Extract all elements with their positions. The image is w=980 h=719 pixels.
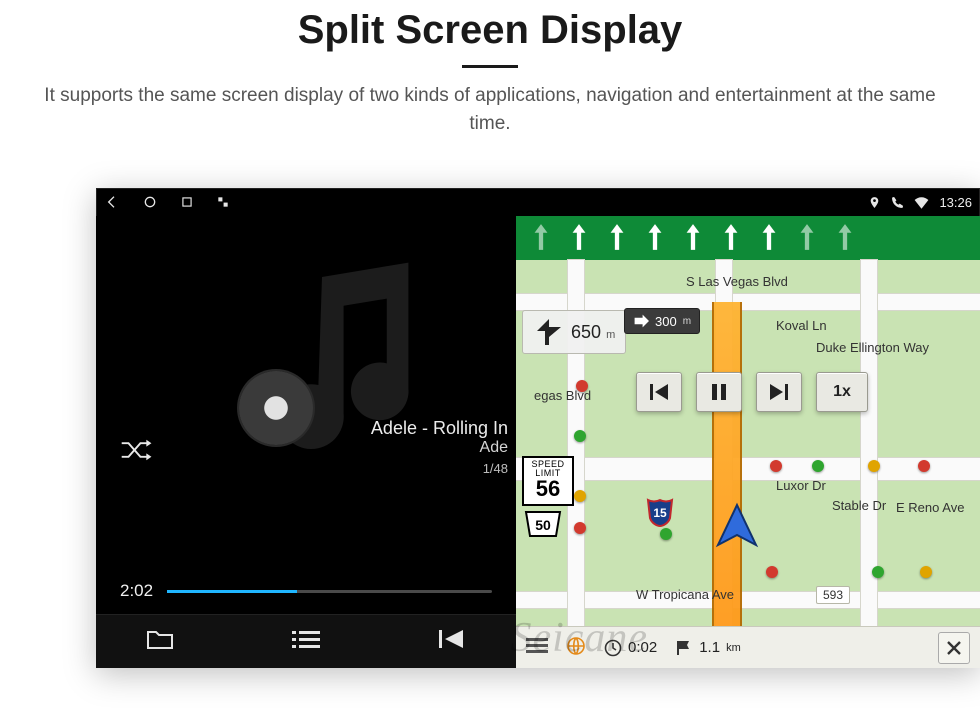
elapsed-time: 2:02	[120, 581, 153, 601]
flag-icon	[675, 639, 693, 657]
turn-distance-value: 650	[571, 322, 601, 342]
street-label: Duke Ellington Way	[816, 340, 929, 355]
close-button[interactable]	[938, 632, 970, 664]
street-label: E Reno Ave	[896, 500, 964, 515]
simulation-controls: 1x	[636, 372, 868, 412]
lane-arrow-icon	[682, 222, 704, 257]
menu-icon[interactable]	[526, 638, 548, 658]
eta-time: 0:02	[628, 639, 657, 656]
sim-next-button[interactable]	[756, 372, 802, 412]
lane-arrow-icon	[720, 222, 742, 257]
phone-icon	[891, 196, 904, 209]
clock-icon	[604, 639, 622, 657]
svg-text:15: 15	[653, 506, 667, 520]
lane-arrow-icon	[644, 222, 666, 257]
turn-instruction: 650 m	[522, 310, 626, 354]
previous-track-button[interactable]	[422, 628, 482, 655]
sim-speed-button[interactable]: 1x	[816, 372, 868, 412]
back-icon[interactable]	[104, 194, 120, 210]
next-turn-value: 300	[655, 314, 677, 329]
vehicle-position-icon	[712, 501, 762, 556]
svg-text:50: 50	[535, 517, 551, 533]
wifi-icon	[914, 196, 929, 209]
track-index: 1/48	[371, 461, 508, 476]
music-bottom-bar	[96, 614, 516, 668]
music-pane: Adele - Rolling In Ade 1/48 2:02	[96, 216, 516, 668]
eta-group: 0:02	[604, 639, 657, 657]
lane-arrow-icon	[834, 222, 856, 257]
street-label: Luxor Dr	[776, 478, 826, 493]
lane-arrow-icon	[530, 222, 552, 257]
street-label: Stable Dr	[832, 498, 886, 513]
device-screenshot: 13:26 Ad	[96, 188, 980, 668]
album-disc-icon	[239, 371, 313, 445]
home-icon[interactable]	[142, 194, 158, 210]
playlist-button[interactable]	[276, 629, 336, 654]
highway-shield: 50	[524, 510, 562, 538]
street-label: W Tropicana Ave	[636, 587, 734, 602]
remaining-unit: km	[726, 642, 741, 654]
track-artist: Ade	[371, 439, 508, 457]
nav-bottom-bar: 0:02 1.1 km	[516, 626, 980, 668]
speed-limit-sign: SPEED LIMIT 56	[522, 456, 574, 506]
lane-guidance-bar	[516, 216, 980, 260]
globe-icon[interactable]	[566, 636, 586, 660]
browse-folder-button[interactable]	[130, 628, 190, 655]
street-label: S Las Vegas Blvd	[686, 274, 788, 289]
android-statusbar: 13:26	[96, 188, 980, 216]
page-description: It supports the same screen display of t…	[30, 82, 950, 137]
map-canvas[interactable]: S Las Vegas Blvd Koval Ln Duke Ellington…	[516, 260, 980, 626]
screenshot-icon[interactable]	[216, 195, 230, 209]
route-highlight	[712, 302, 742, 630]
lane-arrow-icon	[606, 222, 628, 257]
sim-pause-button[interactable]	[696, 372, 742, 412]
page-title: Split Screen Display	[0, 8, 980, 53]
next-turn-badge: 300 m	[624, 308, 700, 334]
track-title: Adele - Rolling In	[371, 418, 508, 439]
location-icon	[868, 196, 881, 209]
shuffle-button[interactable]	[120, 437, 154, 468]
progress-row: 2:02	[96, 568, 516, 614]
turn-distance-unit: m	[606, 329, 615, 341]
lane-arrow-icon	[796, 222, 818, 257]
address-number: 593	[816, 586, 850, 604]
status-clock: 13:26	[939, 195, 972, 210]
next-turn-unit: m	[683, 316, 691, 327]
street-label: Koval Ln	[776, 318, 827, 333]
lane-arrow-icon	[758, 222, 780, 257]
lane-arrow-icon	[568, 222, 590, 257]
remaining-distance: 1.1	[699, 639, 720, 656]
album-art-area: Adele - Rolling In Ade 1/48	[96, 216, 516, 568]
recent-apps-icon[interactable]	[180, 195, 194, 209]
interstate-shield: 15	[644, 496, 676, 533]
sim-prev-button[interactable]	[636, 372, 682, 412]
progress-bar[interactable]	[167, 590, 492, 593]
title-divider	[462, 65, 518, 68]
remaining-group: 1.1 km	[675, 639, 741, 657]
navigation-pane: S Las Vegas Blvd Koval Ln Duke Ellington…	[516, 216, 980, 668]
